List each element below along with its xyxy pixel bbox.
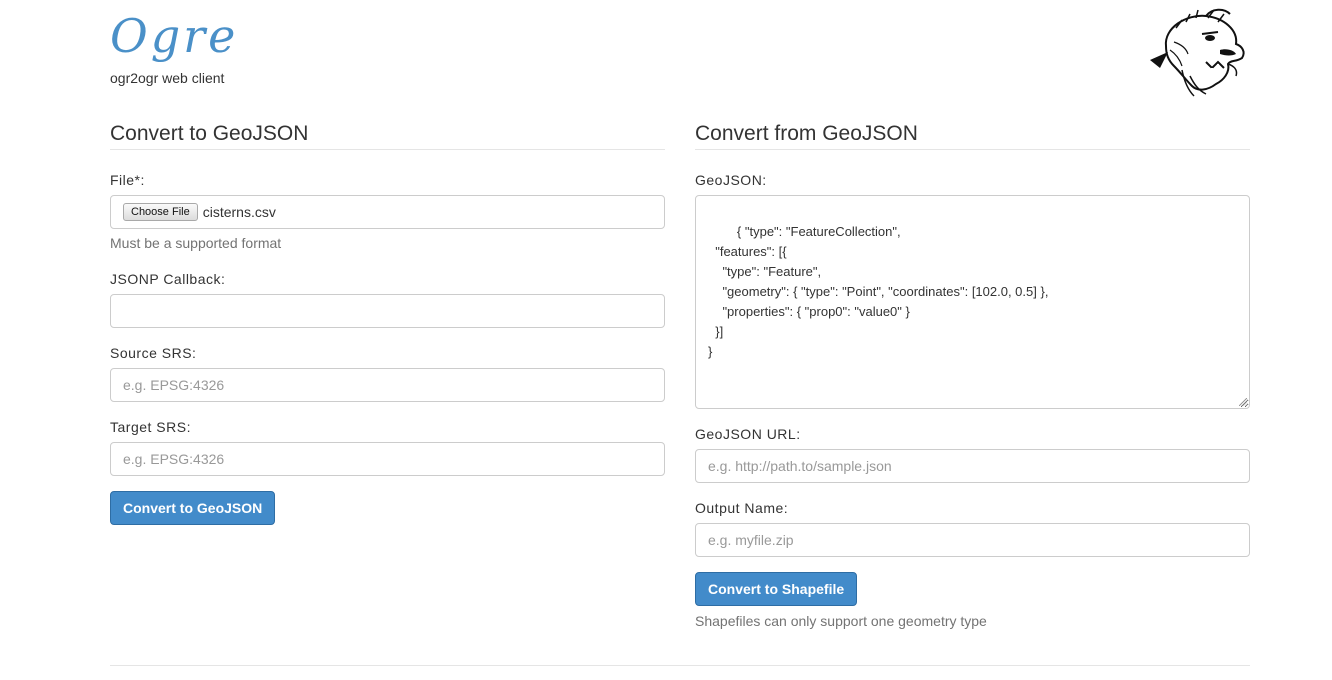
output-name-group: Output Name: (695, 498, 1250, 557)
target-srs-input[interactable] (110, 442, 665, 476)
geojson-label: GeoJSON: (695, 172, 767, 188)
file-label: File*: (110, 172, 145, 188)
choose-file-button[interactable]: Choose File (123, 203, 198, 221)
brand-logo-title: Ogre (110, 9, 239, 63)
page-container: Ogre ogr2ogr web client Convert to GeoJS… (110, 0, 1250, 680)
geojson-group: GeoJSON: { "type": "FeatureCollection", … (695, 170, 1250, 409)
convert-to-shapefile-button[interactable]: Convert to Shapefile (695, 572, 858, 606)
jsonp-callback-input[interactable] (110, 294, 665, 328)
target-srs-group: Target SRS: (110, 417, 665, 476)
target-srs-label: Target SRS: (110, 419, 191, 435)
resize-grip-icon[interactable] (1239, 398, 1247, 406)
ogre-mascot-icon (1150, 8, 1245, 97)
source-srs-label: Source SRS: (110, 345, 197, 361)
output-name-input[interactable] (695, 523, 1250, 557)
geojson-url-input[interactable] (695, 449, 1250, 483)
convert-from-geojson-heading: Convert from GeoJSON (695, 118, 1250, 150)
output-name-label: Output Name: (695, 500, 789, 516)
file-input[interactable]: Choose File cisterns.csv (110, 195, 665, 229)
convert-to-geojson-button[interactable]: Convert to GeoJSON (110, 491, 276, 525)
file-help-text: Must be a supported format (110, 235, 282, 251)
geojson-text: { "type": "FeatureCollection", "features… (708, 224, 1049, 359)
file-group: File*: Choose File cisterns.csv Must be … (110, 170, 665, 251)
geojson-textarea[interactable]: { "type": "FeatureCollection", "features… (695, 195, 1250, 409)
source-srs-group: Source SRS: (110, 343, 665, 402)
brand-subtitle: ogr2ogr web client (110, 70, 225, 86)
geojson-url-label: GeoJSON URL: (695, 426, 801, 442)
convert-from-geojson-panel: Convert from GeoJSON GeoJSON: { "type": … (695, 118, 1250, 629)
jsonp-callback-group: JSONP Callback: (110, 269, 665, 328)
convert-to-geojson-panel: Convert to GeoJSON File*: Choose File ci… (110, 118, 665, 525)
source-srs-input[interactable] (110, 368, 665, 402)
footer-divider (110, 665, 1250, 666)
geojson-url-group: GeoJSON URL: (695, 424, 1250, 483)
jsonp-callback-label: JSONP Callback: (110, 271, 226, 287)
convert-to-geojson-heading: Convert to GeoJSON (110, 118, 665, 150)
selected-file-name: cisterns.csv (202, 204, 276, 220)
shapefile-help-text: Shapefiles can only support one geometry… (695, 613, 987, 629)
